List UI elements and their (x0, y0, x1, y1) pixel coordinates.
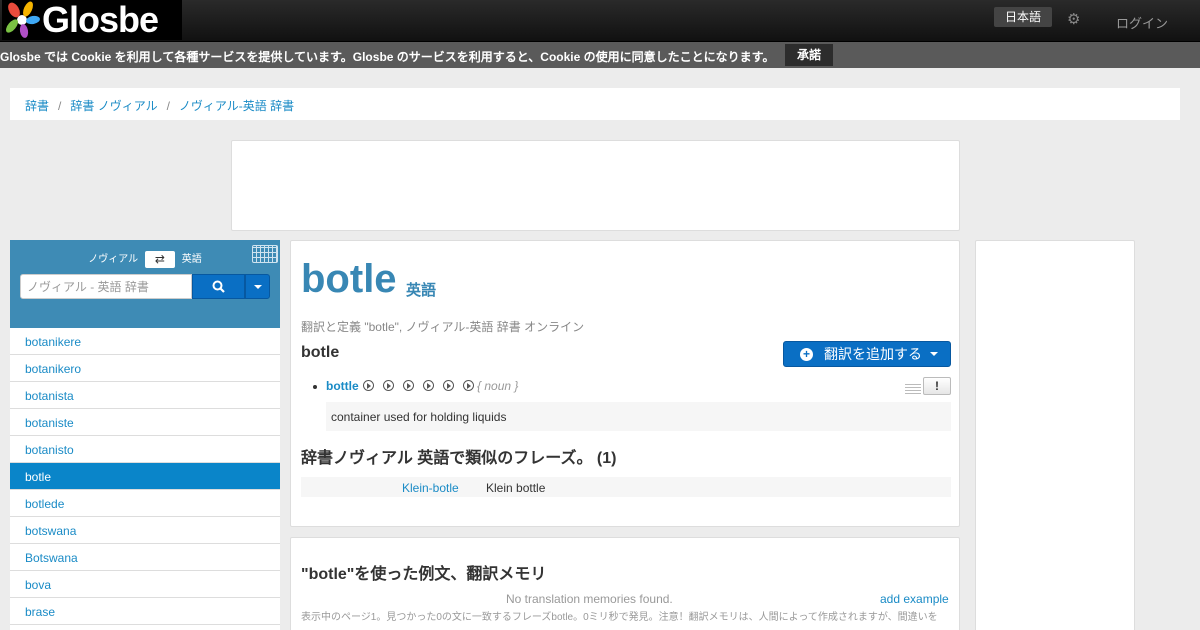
left-panel: ノヴィアル ⇄ 英語 botanikere botanikero botanis… (10, 240, 280, 630)
breadcrumb: 辞書 / 辞書 ノヴィアル / ノヴィアル-英語 辞書 (10, 88, 1180, 120)
translation-row: bottle { noun } ! (309, 377, 951, 399)
play-audio-icon[interactable] (383, 380, 394, 391)
word-list-item[interactable]: Botswana (10, 544, 280, 571)
ad-banner (231, 140, 960, 231)
add-translation-label: 翻訳を追加する (824, 346, 922, 362)
interface-language-button[interactable]: 日本語 (994, 7, 1053, 27)
add-translation-button[interactable]: + 翻訳を追加する (783, 341, 951, 367)
cookie-notice: Glosbe では Cookie を利用して各種サービスを提供しています。Glo… (0, 42, 1200, 68)
add-example-link[interactable]: add example (880, 592, 949, 606)
source-language[interactable]: ノヴィアル (88, 254, 138, 265)
login-link[interactable]: ログイン (1116, 13, 1168, 32)
plus-circle-icon: + (800, 347, 813, 361)
swap-arrows-icon[interactable]: ⇄ (144, 250, 175, 268)
sidebar-ad (975, 240, 1135, 630)
word-list-item-active[interactable]: botle (10, 463, 280, 490)
breadcrumb-separator: / (58, 99, 62, 113)
search-box: ノヴィアル ⇄ 英語 (10, 240, 280, 328)
word-list-item[interactable]: botaniste (10, 409, 280, 436)
search-input[interactable] (20, 274, 192, 299)
chevron-down-icon (253, 284, 262, 289)
play-audio-icon[interactable] (403, 380, 414, 391)
cookie-message: Glosbe では Cookie を利用して各種サービスを提供しています。Glo… (0, 50, 775, 64)
breadcrumb-novial-english[interactable]: ノヴィアル-英語 辞書 (179, 99, 294, 113)
report-button[interactable]: ! (923, 377, 951, 395)
entry-word: botle (301, 257, 397, 301)
top-bar: Glosbe 日本語 ⚙ ログイン (0, 0, 1200, 42)
entry-language-link[interactable]: 英語 (406, 279, 436, 300)
cookie-accept-button[interactable]: 承諾 (785, 44, 833, 66)
word-list-item[interactable]: brase (10, 598, 280, 625)
phrase-target: Klein bottle (486, 481, 546, 495)
word-list-item[interactable]: botanista (10, 382, 280, 409)
part-of-speech: { noun } (477, 379, 519, 393)
phrase-row: Klein-botle Klein bottle (301, 477, 951, 497)
entry-panel: botle 英語 翻訳と定義 "botle", ノヴィアル-英語 辞書 オンライ… (290, 240, 960, 527)
breadcrumb-novial-dictionary[interactable]: 辞書 ノヴィアル (70, 99, 157, 113)
translation-definition: container used for holding liquids (326, 402, 951, 431)
play-audio-icon[interactable] (363, 380, 374, 391)
keyboard-icon[interactable] (252, 245, 278, 263)
breadcrumb-dictionary[interactable]: 辞書 (25, 99, 49, 113)
target-language[interactable]: 英語 (182, 254, 202, 265)
phrase-source[interactable]: Klein-botle (402, 481, 459, 495)
word-list: botanikere botanikero botanista botanist… (10, 328, 280, 625)
word-list-item[interactable]: botanikero (10, 355, 280, 382)
search-options-dropdown[interactable] (245, 274, 270, 299)
logo-text: Glosbe (42, 0, 159, 40)
word-list-item[interactable]: botanikere (10, 328, 280, 355)
pronunciation-icons (363, 380, 483, 394)
word-list-item[interactable]: botswana (10, 517, 280, 544)
similar-phrases-heading: 辞書ノヴィアル 英語で類似のフレーズ。 (1) (301, 450, 617, 467)
no-translation-memories: No translation memories found. (506, 592, 673, 606)
play-audio-icon[interactable] (423, 380, 434, 391)
chevron-down-icon (930, 352, 938, 356)
search-button[interactable] (192, 274, 245, 299)
examples-panel: "botle"を使った例文、翻訳メモリ No translation memor… (290, 537, 960, 630)
translation-word[interactable]: bottle (326, 379, 359, 393)
glosbe-logo[interactable]: Glosbe (2, 0, 182, 40)
examples-note: 表示中のページ1。見つかった0の文に一致するフレーズbotle。0ミリ秒で発見。… (301, 612, 938, 623)
language-pair: ノヴィアル ⇄ 英語 (10, 250, 280, 268)
details-list-icon[interactable] (905, 384, 921, 394)
search-icon (212, 280, 225, 293)
logo-bird-icon (6, 1, 40, 38)
word-list-item[interactable]: botanisto (10, 436, 280, 463)
play-audio-icon[interactable] (463, 380, 474, 391)
play-audio-icon[interactable] (443, 380, 454, 391)
breadcrumb-separator: / (166, 99, 170, 113)
gear-icon[interactable]: ⚙ (1067, 12, 1083, 28)
entry-lemma: botle (301, 344, 340, 361)
bullet-icon (313, 385, 317, 389)
word-list-item[interactable]: bova (10, 571, 280, 598)
examples-heading: "botle"を使った例文、翻訳メモリ (301, 566, 547, 583)
word-list-item[interactable]: botlede (10, 490, 280, 517)
entry-subtitle: 翻訳と定義 "botle", ノヴィアル-英語 辞書 オンライン (301, 320, 585, 334)
